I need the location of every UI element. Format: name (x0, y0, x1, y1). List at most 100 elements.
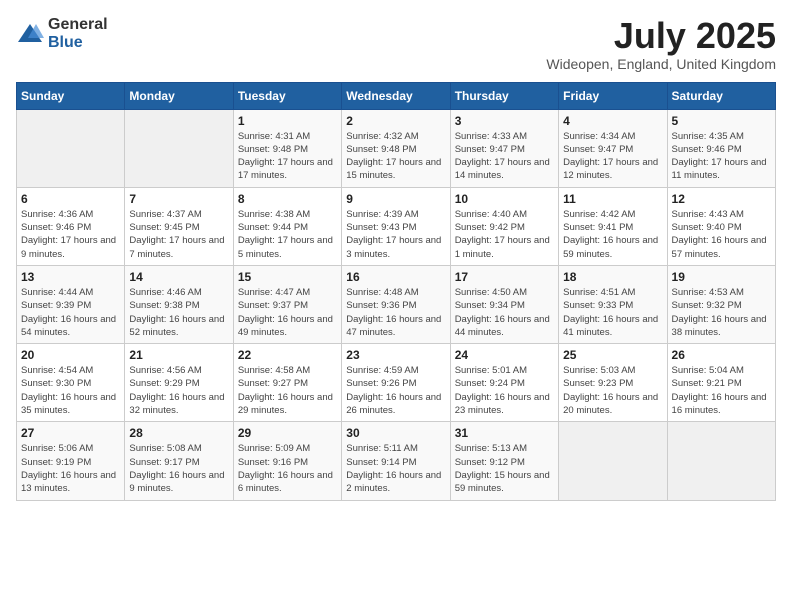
day-info: Sunrise: 4:34 AM Sunset: 9:47 PM Dayligh… (563, 130, 662, 183)
logo-general: General (48, 16, 108, 34)
calendar-cell: 29 Sunrise: 5:09 AM Sunset: 9:16 PM Dayli… (233, 422, 341, 500)
day-number: 28 (129, 426, 228, 440)
day-number: 6 (21, 192, 120, 206)
day-info: Sunrise: 5:01 AM Sunset: 9:24 PM Dayligh… (455, 364, 554, 417)
day-info: Sunrise: 5:11 AM Sunset: 9:14 PM Dayligh… (346, 442, 445, 495)
day-info: Sunrise: 5:06 AM Sunset: 9:19 PM Dayligh… (21, 442, 120, 495)
calendar-cell: 30 Sunrise: 5:11 AM Sunset: 9:14 PM Dayli… (342, 422, 450, 500)
calendar-cell (559, 422, 667, 500)
calendar-cell: 6Sunrise: 4:36 AM Sunset: 9:46 PM Daylig… (17, 187, 125, 265)
day-info: Sunrise: 4:43 AM Sunset: 9:40 PM Dayligh… (672, 208, 771, 261)
logo-icon (16, 20, 44, 48)
day-number: 5 (672, 114, 771, 128)
calendar-cell: 15Sunrise: 4:47 AM Sunset: 9:37 PM Dayli… (233, 265, 341, 343)
calendar-cell (17, 109, 125, 187)
day-header-friday: Friday (559, 82, 667, 109)
calendar-cell: 20 Sunrise: 4:54 AM Sunset: 9:30 PM Dayli… (17, 344, 125, 422)
day-info: Sunrise: 4:54 AM Sunset: 9:30 PM Dayligh… (21, 364, 120, 417)
day-number: 26 (672, 348, 771, 362)
day-info: Sunrise: 4:48 AM Sunset: 9:36 PM Dayligh… (346, 286, 445, 339)
day-info: Sunrise: 4:47 AM Sunset: 9:37 PM Dayligh… (238, 286, 337, 339)
calendar-cell: 17Sunrise: 4:50 AM Sunset: 9:34 PM Dayli… (450, 265, 558, 343)
day-header-wednesday: Wednesday (342, 82, 450, 109)
day-info: Sunrise: 4:46 AM Sunset: 9:38 PM Dayligh… (129, 286, 228, 339)
day-number: 10 (455, 192, 554, 206)
calendar-cell: 18Sunrise: 4:51 AM Sunset: 9:33 PM Dayli… (559, 265, 667, 343)
day-info: Sunrise: 5:04 AM Sunset: 9:21 PM Dayligh… (672, 364, 771, 417)
calendar-cell: 14 Sunrise: 4:46 AM Sunset: 9:38 PM Dayli… (125, 265, 233, 343)
calendar-cell: 13Sunrise: 4:44 AM Sunset: 9:39 PM Dayli… (17, 265, 125, 343)
calendar-week-row: 20 Sunrise: 4:54 AM Sunset: 9:30 PM Dayli… (17, 344, 776, 422)
calendar-cell: 8Sunrise: 4:38 AM Sunset: 9:44 PM Daylig… (233, 187, 341, 265)
calendar-cell: 10 Sunrise: 4:40 AM Sunset: 9:42 PM Dayli… (450, 187, 558, 265)
calendar-cell: 28 Sunrise: 5:08 AM Sunset: 9:17 PM Dayli… (125, 422, 233, 500)
day-number: 30 (346, 426, 445, 440)
calendar-cell: 5 Sunrise: 4:35 AM Sunset: 9:46 PM Daylig… (667, 109, 775, 187)
day-number: 29 (238, 426, 337, 440)
day-info: Sunrise: 4:35 AM Sunset: 9:46 PM Dayligh… (672, 130, 771, 183)
day-number: 9 (346, 192, 445, 206)
day-info: Sunrise: 5:13 AM Sunset: 9:12 PM Dayligh… (455, 442, 554, 495)
day-number: 23 (346, 348, 445, 362)
day-number: 16 (346, 270, 445, 284)
calendar-cell: 19 Sunrise: 4:53 AM Sunset: 9:32 PM Dayli… (667, 265, 775, 343)
day-info: Sunrise: 4:56 AM Sunset: 9:29 PM Dayligh… (129, 364, 228, 417)
day-info: Sunrise: 4:58 AM Sunset: 9:27 PM Dayligh… (238, 364, 337, 417)
day-number: 17 (455, 270, 554, 284)
day-header-thursday: Thursday (450, 82, 558, 109)
calendar-week-row: 27 Sunrise: 5:06 AM Sunset: 9:19 PM Dayli… (17, 422, 776, 500)
day-number: 31 (455, 426, 554, 440)
day-number: 27 (21, 426, 120, 440)
day-info: Sunrise: 5:08 AM Sunset: 9:17 PM Dayligh… (129, 442, 228, 495)
day-info: Sunrise: 5:09 AM Sunset: 9:16 PM Dayligh… (238, 442, 337, 495)
day-info: Sunrise: 5:03 AM Sunset: 9:23 PM Dayligh… (563, 364, 662, 417)
calendar-cell: 23 Sunrise: 4:59 AM Sunset: 9:26 PM Dayli… (342, 344, 450, 422)
calendar-cell: 25 Sunrise: 5:03 AM Sunset: 9:23 PM Dayli… (559, 344, 667, 422)
calendar-cell: 26 Sunrise: 5:04 AM Sunset: 9:21 PM Dayli… (667, 344, 775, 422)
day-info: Sunrise: 4:37 AM Sunset: 9:45 PM Dayligh… (129, 208, 228, 261)
day-number: 25 (563, 348, 662, 362)
calendar-cell (125, 109, 233, 187)
day-info: Sunrise: 4:32 AM Sunset: 9:48 PM Dayligh… (346, 130, 445, 183)
calendar-cell: 22 Sunrise: 4:58 AM Sunset: 9:27 PM Dayli… (233, 344, 341, 422)
day-number: 8 (238, 192, 337, 206)
day-number: 19 (672, 270, 771, 284)
calendar-cell: 11 Sunrise: 4:42 AM Sunset: 9:41 PM Dayli… (559, 187, 667, 265)
day-number: 14 (129, 270, 228, 284)
day-header-sunday: Sunday (17, 82, 125, 109)
day-number: 21 (129, 348, 228, 362)
calendar-cell: 16 Sunrise: 4:48 AM Sunset: 9:36 PM Dayli… (342, 265, 450, 343)
day-info: Sunrise: 4:59 AM Sunset: 9:26 PM Dayligh… (346, 364, 445, 417)
day-number: 1 (238, 114, 337, 128)
day-number: 11 (563, 192, 662, 206)
day-number: 18 (563, 270, 662, 284)
day-info: Sunrise: 4:53 AM Sunset: 9:32 PM Dayligh… (672, 286, 771, 339)
day-header-tuesday: Tuesday (233, 82, 341, 109)
day-number: 3 (455, 114, 554, 128)
location-title: Wideopen, England, United Kingdom (546, 56, 776, 72)
calendar-cell: 12Sunrise: 4:43 AM Sunset: 9:40 PM Dayli… (667, 187, 775, 265)
day-info: Sunrise: 4:42 AM Sunset: 9:41 PM Dayligh… (563, 208, 662, 261)
day-info: Sunrise: 4:40 AM Sunset: 9:42 PM Dayligh… (455, 208, 554, 261)
day-header-monday: Monday (125, 82, 233, 109)
day-number: 22 (238, 348, 337, 362)
day-info: Sunrise: 4:33 AM Sunset: 9:47 PM Dayligh… (455, 130, 554, 183)
calendar-cell: 27 Sunrise: 5:06 AM Sunset: 9:19 PM Dayli… (17, 422, 125, 500)
calendar-cell: 31 Sunrise: 5:13 AM Sunset: 9:12 PM Dayli… (450, 422, 558, 500)
day-number: 13 (21, 270, 120, 284)
calendar-cell: 1Sunrise: 4:31 AM Sunset: 9:48 PM Daylig… (233, 109, 341, 187)
day-header-saturday: Saturday (667, 82, 775, 109)
calendar-cell (667, 422, 775, 500)
day-info: Sunrise: 4:39 AM Sunset: 9:43 PM Dayligh… (346, 208, 445, 261)
calendar-table: SundayMondayTuesdayWednesdayThursdayFrid… (16, 82, 776, 501)
calendar-header-row: SundayMondayTuesdayWednesdayThursdayFrid… (17, 82, 776, 109)
calendar-cell: 24Sunrise: 5:01 AM Sunset: 9:24 PM Dayli… (450, 344, 558, 422)
month-title: July 2025 (546, 16, 776, 56)
calendar-cell: 2Sunrise: 4:32 AM Sunset: 9:48 PM Daylig… (342, 109, 450, 187)
day-number: 7 (129, 192, 228, 206)
calendar-week-row: 1Sunrise: 4:31 AM Sunset: 9:48 PM Daylig… (17, 109, 776, 187)
calendar-week-row: 6Sunrise: 4:36 AM Sunset: 9:46 PM Daylig… (17, 187, 776, 265)
calendar-cell: 3 Sunrise: 4:33 AM Sunset: 9:47 PM Daylig… (450, 109, 558, 187)
calendar-cell: 4Sunrise: 4:34 AM Sunset: 9:47 PM Daylig… (559, 109, 667, 187)
day-number: 20 (21, 348, 120, 362)
